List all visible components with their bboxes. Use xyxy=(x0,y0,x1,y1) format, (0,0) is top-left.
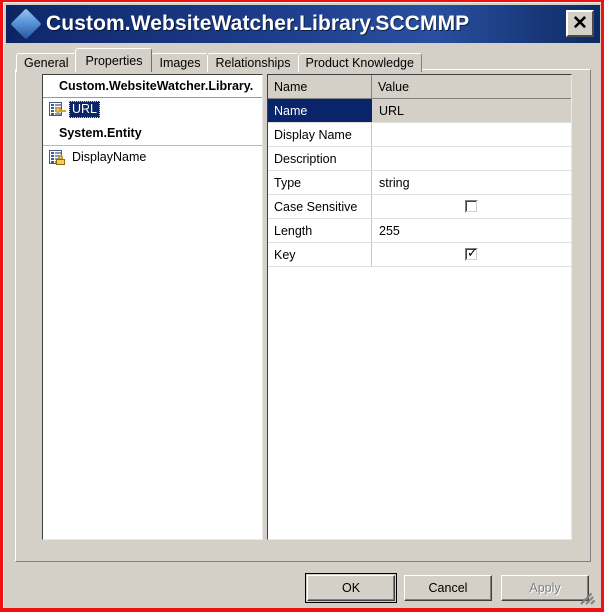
tab-properties[interactable]: Properties xyxy=(75,48,153,72)
grid-cell-value[interactable]: ✓ xyxy=(372,243,571,266)
apply-button: Apply xyxy=(501,575,589,601)
apply-button-label: Apply xyxy=(529,581,561,595)
grid-cell-value[interactable]: string xyxy=(372,171,571,194)
tab-images[interactable]: Images xyxy=(151,53,209,72)
tab-strip: General Properties Images Relationships … xyxy=(16,48,422,72)
tree-item-label: DisplayName xyxy=(72,149,147,164)
dialog-window: Custom.WebsiteWatcher.Library.SCCMMP ✕ G… xyxy=(3,2,601,608)
grid-row-length[interactable]: Length 255 xyxy=(268,219,571,243)
resize-grip-icon[interactable] xyxy=(580,591,597,605)
grid-cell-name: Display Name xyxy=(268,123,372,146)
tab-product-knowledge[interactable]: Product Knowledge xyxy=(297,53,422,72)
close-button[interactable]: ✕ xyxy=(566,10,594,37)
case-sensitive-checkbox[interactable] xyxy=(465,200,478,213)
grid-cell-name: Name xyxy=(268,99,372,122)
grid-row-description[interactable]: Description xyxy=(268,147,571,171)
tab-label: Relationships xyxy=(215,56,291,70)
tree-group-label: System.Entity xyxy=(59,125,142,140)
tab-relationships[interactable]: Relationships xyxy=(207,53,299,72)
tab-general[interactable]: General xyxy=(16,53,77,72)
property-key-icon xyxy=(49,101,66,117)
tree-group-system-entity: System.Entity xyxy=(43,120,262,146)
grid-row-type[interactable]: Type string xyxy=(268,171,571,195)
close-icon: ✕ xyxy=(572,13,588,34)
grid-cell-value[interactable] xyxy=(372,147,571,170)
grid-cell-name: Key xyxy=(268,243,372,266)
grid-cell-name: Description xyxy=(268,147,372,170)
grid-cell-value[interactable]: 255 xyxy=(372,219,571,242)
title-bar: Custom.WebsiteWatcher.Library.SCCMMP ✕ xyxy=(6,5,600,43)
grid-header-row: Name Value xyxy=(268,75,571,99)
property-grid-panel[interactable]: Name Value Name URL Display Name Descrip… xyxy=(267,74,572,540)
checkmark-icon: ✓ xyxy=(467,246,478,261)
grid-column-header-value: Value xyxy=(378,79,410,94)
grid-cell-value[interactable] xyxy=(372,195,571,218)
tab-label: General xyxy=(24,56,69,70)
grid-cell-name: Case Sensitive xyxy=(268,195,372,218)
attribute-tree-panel[interactable]: Custom.WebsiteWatcher.Library. URL Syste… xyxy=(42,74,263,540)
grid-row-name[interactable]: Name URL xyxy=(268,99,571,123)
grid-cell-name: Type xyxy=(268,171,372,194)
tree-item-url[interactable]: URL xyxy=(43,98,262,120)
grid-row-case-sensitive[interactable]: Case Sensitive xyxy=(268,195,571,219)
property-lock-icon xyxy=(49,149,65,165)
window-title: Custom.WebsiteWatcher.Library.SCCMMP xyxy=(46,12,470,35)
diamond-icon xyxy=(10,8,42,40)
tab-label: Product Knowledge xyxy=(305,56,414,70)
tree-header-class-name: Custom.WebsiteWatcher.Library. xyxy=(43,75,262,98)
tab-label: Images xyxy=(159,56,201,70)
grid-row-display-name[interactable]: Display Name xyxy=(268,123,571,147)
tree-item-label: URL xyxy=(69,100,101,118)
grid-cell-value[interactable] xyxy=(372,123,571,146)
ok-button[interactable]: OK xyxy=(305,573,397,603)
ok-button-label: OK xyxy=(341,581,361,595)
grid-cell-name: Length xyxy=(268,219,372,242)
grid-column-header-name: Name xyxy=(268,75,372,98)
cancel-button[interactable]: Cancel xyxy=(404,575,492,601)
tree-item-displayname[interactable]: DisplayName xyxy=(43,146,262,168)
cancel-button-label: Cancel xyxy=(428,581,468,595)
screenshot-root: Custom.WebsiteWatcher.Library.SCCMMP ✕ G… xyxy=(0,0,604,612)
grid-row-key[interactable]: Key ✓ xyxy=(268,243,571,267)
key-checkbox[interactable]: ✓ xyxy=(465,246,478,261)
grid-cell-value[interactable]: URL xyxy=(372,99,571,122)
tab-label: Properties xyxy=(85,53,143,68)
